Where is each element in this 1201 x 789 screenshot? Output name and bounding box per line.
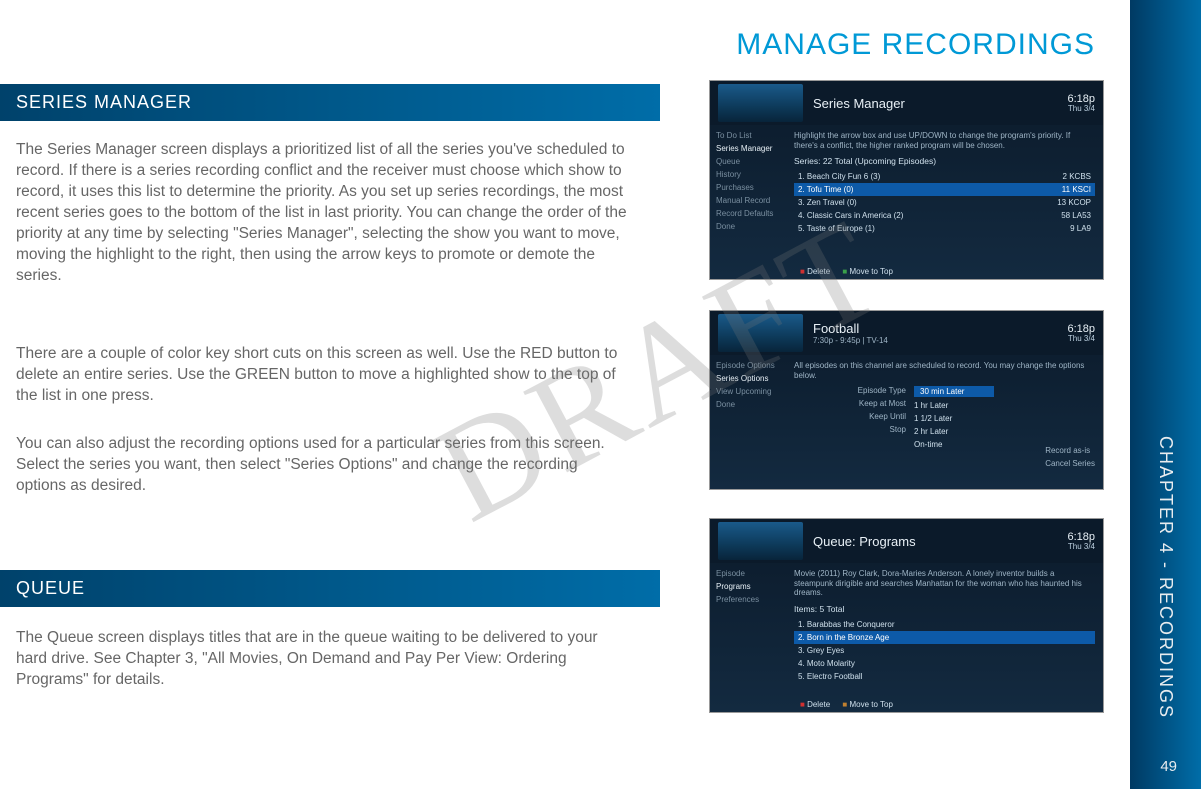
option-actions: Record as-is Cancel Series xyxy=(1045,386,1095,472)
page-number: 49 xyxy=(1160,758,1177,775)
list-row: 3. Grey Eyes xyxy=(794,644,1095,657)
side-menu: Episode Options Series Options View Upcomi… xyxy=(710,355,790,489)
side-menu: To Do List Series Manager Queue History Purc… xyxy=(710,125,790,279)
paragraph: There are a couple of color key short cu… xyxy=(0,344,630,407)
option-value: 1 hr Later xyxy=(914,401,994,410)
side-menu-item: Preferences xyxy=(716,595,784,604)
list-row: 4. Moto Molarity xyxy=(794,657,1095,670)
caption-text: Movie (2011) Roy Clark, Dora-Maries Ande… xyxy=(794,569,1095,598)
action-item: Record as-is xyxy=(1045,446,1095,455)
page-title: MANAGE RECORDINGS xyxy=(736,28,1095,62)
clock-date: Thu 3/4 xyxy=(1068,334,1095,343)
side-menu: Episode Programs Preferences xyxy=(710,563,790,712)
list-row: 3. Zen Travel (0)13 KCOP xyxy=(794,196,1095,209)
option-value: On-time xyxy=(914,440,994,449)
option-value: 1 1/2 Later xyxy=(914,414,994,423)
list-row: 5. Electro Football xyxy=(794,670,1095,683)
side-menu-item: Episode Options xyxy=(716,361,784,370)
screenshot-title: Queue: Programs xyxy=(813,534,1067,549)
screenshot-title: Series Manager xyxy=(813,96,1067,111)
section-header-series-manager: SERIES MANAGER xyxy=(0,84,660,121)
screenshot-subtitle: 7:30p - 9:45p | TV-14 xyxy=(813,336,888,345)
option-label: Keep Until xyxy=(794,412,906,421)
side-menu-item: Purchases xyxy=(716,183,784,192)
paragraph: The Series Manager screen displays a pri… xyxy=(0,140,630,286)
queue-list: 1. Barabbas the Conqueror2. Born in the … xyxy=(794,618,1095,683)
side-menu-item: To Do List xyxy=(716,131,784,140)
screenshot-title: Football xyxy=(813,321,888,336)
section-header-queue: QUEUE xyxy=(0,570,660,607)
side-menu-item: Manual Record xyxy=(716,196,784,205)
series-list: 1. Beach City Fun 6 (3)2 KCBS2. Tofu Tim… xyxy=(794,170,1095,235)
paragraph: You can also adjust the recording option… xyxy=(0,434,630,497)
chapter-tab: CHAPTER 4 - RECORDINGS 49 xyxy=(1130,0,1201,789)
option-label: Episode Type xyxy=(794,386,906,395)
document-page: DRAFT MANAGE RECORDINGS SERIES MANAGER T… xyxy=(0,0,1130,789)
side-menu-item: Record Defaults xyxy=(716,209,784,218)
side-menu-item: Programs xyxy=(716,582,784,591)
side-menu-item: Episode xyxy=(716,569,784,578)
side-menu-item: Queue xyxy=(716,157,784,166)
clock-date: Thu 3/4 xyxy=(1068,542,1095,551)
action-item: Cancel Series xyxy=(1045,459,1095,468)
clock-date: Thu 3/4 xyxy=(1068,104,1095,113)
option-label: Stop xyxy=(794,425,906,434)
side-menu-item: Done xyxy=(716,222,784,231)
list-subhead: Series: 22 Total (Upcoming Episodes) xyxy=(794,156,1095,166)
option-value: 30 min Later xyxy=(914,386,994,397)
list-row: 2. Born in the Bronze Age xyxy=(794,631,1095,644)
paragraph: The Queue screen displays titles that ar… xyxy=(0,628,630,691)
list-row: 2. Tofu Time (0)11 KSCI xyxy=(794,183,1095,196)
thumbnail-image xyxy=(718,84,803,122)
side-menu-item: Series Manager xyxy=(716,144,784,153)
side-menu-item: View Upcoming xyxy=(716,387,784,396)
side-menu-item: Series Options xyxy=(716,374,784,383)
legend-red: Delete xyxy=(800,267,830,276)
thumbnail-image xyxy=(718,314,803,352)
list-row: 1. Beach City Fun 6 (3)2 KCBS xyxy=(794,170,1095,183)
list-row: 5. Taste of Europe (1)9 LA9 xyxy=(794,222,1095,235)
list-row: 1. Barabbas the Conqueror xyxy=(794,618,1095,631)
list-subhead: Items: 5 Total xyxy=(794,604,1095,614)
list-row: 4. Classic Cars in America (2)58 LA53 xyxy=(794,209,1095,222)
legend-orange: Move to Top xyxy=(832,700,893,709)
screenshot-queue: Queue: Programs 6:18pThu 3/4 EpisodeProg… xyxy=(709,518,1104,713)
caption-text: All episodes on this channel are schedul… xyxy=(794,361,1095,380)
option-values: 30 min Later 1 hr Later 1 1/2 Later 2 hr La… xyxy=(914,386,994,472)
caption-text: Highlight the arrow box and use UP/DOWN … xyxy=(794,131,1095,150)
screenshot-series-options: Football 7:30p - 9:45p | TV-14 6:18pThu … xyxy=(709,310,1104,490)
option-labels: Episode Type Keep at Most Keep Until Stop xyxy=(794,386,914,472)
option-value: 2 hr Later xyxy=(914,427,994,436)
chapter-label: CHAPTER 4 - RECORDINGS xyxy=(1130,25,1201,729)
legend-red: Delete xyxy=(800,700,830,709)
legend-green: Move to Top xyxy=(832,267,893,276)
side-menu-item: Done xyxy=(716,400,784,409)
thumbnail-image xyxy=(718,522,803,560)
option-label: Keep at Most xyxy=(794,399,906,408)
screenshot-series-manager: Series Manager 6:18pThu 3/4 To Do ListSe… xyxy=(709,80,1104,280)
side-menu-item: History xyxy=(716,170,784,179)
